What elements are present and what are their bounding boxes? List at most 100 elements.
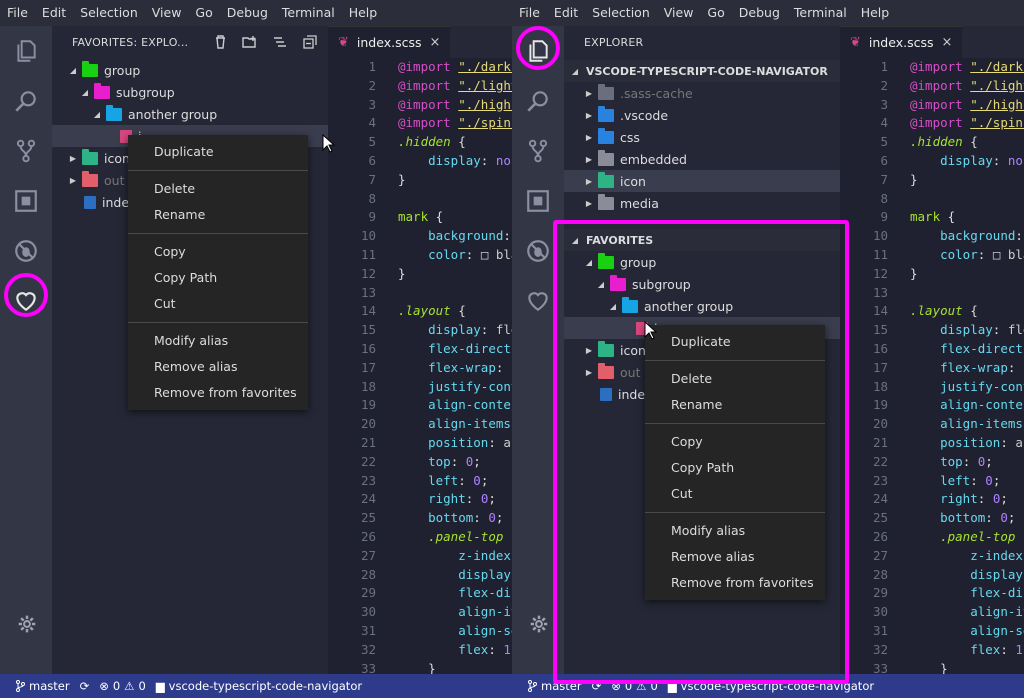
menu-separator bbox=[128, 233, 308, 234]
code-token: align-items bbox=[458, 604, 512, 620]
menu-item-terminal[interactable]: Terminal bbox=[787, 0, 854, 26]
menu-item-selection[interactable]: Selection bbox=[585, 0, 657, 26]
menu-item-debug[interactable]: Debug bbox=[220, 0, 275, 26]
code-line: 12} bbox=[840, 265, 1024, 284]
tree-folder-item[interactable]: ◢ group bbox=[52, 59, 328, 81]
context-menu-copy[interactable]: Copy bbox=[128, 239, 308, 265]
folder-icon bbox=[106, 104, 122, 121]
context-menu-delete[interactable]: Delete bbox=[128, 176, 308, 202]
code-token: : bbox=[465, 491, 481, 507]
chevron-down-icon: ◢ bbox=[571, 66, 579, 76]
problems-indicator[interactable]: ⊗ 0 ⚠ 0 bbox=[99, 679, 146, 693]
code-token: display bbox=[428, 152, 481, 168]
code-token: align-self bbox=[458, 622, 512, 638]
menu-item-selection[interactable]: Selection bbox=[73, 0, 145, 26]
context-menu-duplicate[interactable]: Duplicate bbox=[128, 139, 308, 165]
menu-item-debug[interactable]: Debug bbox=[732, 0, 787, 26]
extensions-icon[interactable] bbox=[521, 184, 555, 218]
favorites-heart-icon[interactable] bbox=[521, 284, 555, 318]
warning-count: 0 bbox=[138, 679, 146, 693]
code-line: 14 .layout { bbox=[840, 302, 1024, 321]
code-token: : bbox=[962, 453, 978, 469]
menu-item-help[interactable]: Help bbox=[342, 0, 385, 26]
menu-item-file[interactable]: File bbox=[512, 0, 547, 26]
line-number: 32 bbox=[872, 641, 888, 657]
tab-index-scss[interactable]: ❦ index.scss × bbox=[840, 26, 963, 58]
line-number: 19 bbox=[360, 397, 376, 413]
folder-indicator[interactable]: ▆ vscode-typescript-code-navigator bbox=[156, 679, 362, 693]
new-group-icon[interactable] bbox=[242, 34, 258, 50]
sync-icon[interactable]: ⟳ bbox=[80, 679, 90, 693]
code-token: display bbox=[970, 566, 1023, 582]
context-menu-modify-alias[interactable]: Modify alias bbox=[128, 328, 308, 354]
tab-index-scss[interactable]: ❦ index.scss × bbox=[328, 26, 451, 58]
code-line: 21 position: absolute; bbox=[328, 434, 512, 453]
tree-folder-item[interactable]: ◢ another group bbox=[52, 103, 328, 125]
warning-icon: ⚠ bbox=[124, 679, 135, 693]
workspace-section-header[interactable]: ◢ VSCODE-TYPESCRIPT-CODE-NAVIGATOR bbox=[564, 60, 840, 82]
tree-folder-item[interactable]: ◢ subgroup bbox=[52, 81, 328, 103]
context-menu-cut[interactable]: Cut bbox=[128, 291, 308, 317]
code-token: .hidden bbox=[398, 134, 451, 150]
source-control-icon[interactable] bbox=[9, 134, 43, 168]
line-number: 26 bbox=[872, 528, 888, 544]
menu-item-file[interactable]: File bbox=[0, 0, 35, 26]
gear-icon[interactable] bbox=[529, 614, 549, 638]
menu-item-edit[interactable]: Edit bbox=[35, 0, 73, 26]
context-menu-remove-alias[interactable]: Remove alias bbox=[128, 354, 308, 380]
gear-icon[interactable] bbox=[17, 614, 37, 638]
line-number: 5 bbox=[368, 134, 376, 150]
close-icon[interactable]: × bbox=[942, 35, 953, 50]
search-icon[interactable] bbox=[9, 84, 43, 118]
source-control-icon[interactable] bbox=[521, 134, 555, 168]
code-token: : bbox=[488, 641, 504, 657]
code-line: 24 right: 0; bbox=[840, 490, 1024, 509]
tree-folder-item[interactable]: ▶ embedded bbox=[564, 148, 840, 170]
search-icon[interactable] bbox=[521, 84, 555, 118]
code-token: 0 bbox=[1000, 510, 1008, 526]
context-menu-copy-path[interactable]: Copy Path bbox=[128, 265, 308, 291]
tree-folder-item[interactable]: ▶ .sass-cache bbox=[564, 82, 840, 104]
code-area[interactable]: 1 @import "./dark.scss"; 2 @import "./light… bbox=[328, 58, 512, 674]
code-token: ; bbox=[495, 510, 504, 526]
code-token: } bbox=[910, 171, 918, 187]
explorer-icon[interactable] bbox=[9, 34, 43, 68]
code-line: 26 .panel-top { bbox=[328, 528, 512, 547]
code-line: 25 bottom: 0; bbox=[840, 509, 1024, 528]
code-token: top bbox=[940, 453, 963, 469]
trash-icon[interactable] bbox=[212, 34, 228, 50]
menu-item-edit[interactable]: Edit bbox=[547, 0, 585, 26]
code-area[interactable]: 1 @import "./dark.scss"; 2 @import "./light… bbox=[840, 58, 1024, 674]
debug-icon[interactable] bbox=[9, 234, 43, 268]
code-line: 13 bbox=[328, 284, 512, 303]
collapse-all-icon[interactable] bbox=[302, 34, 318, 50]
menu-item-view[interactable]: View bbox=[145, 0, 189, 26]
line-number: 11 bbox=[360, 246, 376, 262]
close-icon[interactable]: × bbox=[430, 35, 441, 50]
context-menu-rename[interactable]: Rename bbox=[128, 202, 308, 228]
menu-item-go[interactable]: Go bbox=[700, 0, 731, 26]
code-token: right bbox=[428, 491, 466, 507]
menu-item-view[interactable]: View bbox=[657, 0, 701, 26]
menu-item-terminal[interactable]: Terminal bbox=[275, 0, 342, 26]
code-token: "./spin.scss" bbox=[970, 115, 1024, 131]
code-token: : bbox=[488, 434, 504, 450]
branch-indicator[interactable]: master bbox=[16, 679, 70, 693]
debug-icon[interactable] bbox=[521, 234, 555, 268]
tree-folder-item[interactable]: ▶ media bbox=[564, 192, 840, 214]
sort-icon[interactable] bbox=[272, 34, 288, 50]
menu-item-go[interactable]: Go bbox=[188, 0, 219, 26]
tree-folder-item[interactable]: ▶ .vscode bbox=[564, 104, 840, 126]
menu-item-help[interactable]: Help bbox=[854, 0, 897, 26]
code-token: 0 bbox=[488, 510, 496, 526]
branch-icon bbox=[528, 680, 537, 692]
tree-folder-item[interactable]: ▶ css bbox=[564, 126, 840, 148]
extensions-icon[interactable] bbox=[9, 184, 43, 218]
code-token: □ black; bbox=[992, 246, 1024, 262]
tree-folder-item[interactable]: ▶ icon bbox=[564, 170, 840, 192]
context-menu-remove-from-favorites[interactable]: Remove from favorites bbox=[128, 380, 308, 406]
